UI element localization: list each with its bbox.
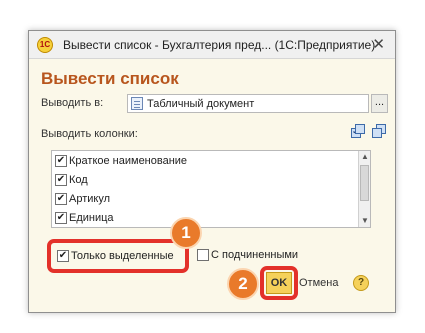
1c-logo-icon: 1С xyxy=(37,36,53,53)
cancel-button[interactable]: Отмена xyxy=(299,277,338,289)
scroll-down-icon[interactable]: ▼ xyxy=(359,215,370,227)
close-button[interactable]: ✕ xyxy=(372,37,385,52)
spreadsheet-doc-icon xyxy=(131,97,143,110)
scroll-up-icon[interactable]: ▲ xyxy=(359,151,370,163)
with-subordinates-checkbox[interactable] xyxy=(197,249,209,261)
columns-header-row: Выводить колонки: xyxy=(41,124,387,140)
list-item[interactable]: ✔ Единица xyxy=(52,208,370,227)
choose-output-button[interactable]: ... xyxy=(371,94,388,113)
with-subordinates-option[interactable]: С подчиненными xyxy=(197,249,298,261)
output-row: Выводить в: Табличный документ ... xyxy=(41,94,388,113)
list-item-label: Артикул xyxy=(69,192,111,205)
with-subordinates-label[interactable]: С подчиненными xyxy=(211,249,298,261)
list-item-label: Краткое наименование xyxy=(69,154,188,167)
columns-label: Выводить колонки: xyxy=(41,128,138,140)
checkbox[interactable]: ✔ xyxy=(55,173,67,186)
checkbox[interactable]: ✔ xyxy=(55,211,67,224)
checkbox[interactable]: ✔ xyxy=(55,154,67,167)
ok-highlight: OK xyxy=(260,266,298,300)
output-label: Выводить в: xyxy=(41,97,104,109)
list-item-label: Код xyxy=(69,173,88,186)
check-all-icon[interactable] xyxy=(351,124,366,139)
checkbox[interactable]: ✔ xyxy=(55,192,67,205)
columns-list[interactable]: ✔ Краткое наименование ✔ Код ✔ Артикул ✔… xyxy=(51,150,371,228)
list-item[interactable]: ✔ Артикул xyxy=(52,189,370,208)
only-selected-label[interactable]: Только выделенные xyxy=(71,250,174,262)
list-item[interactable]: ✔ Краткое наименование xyxy=(52,151,370,170)
step-badge-2: 2 xyxy=(227,268,259,300)
columns-toolbar xyxy=(351,124,387,139)
list-item-label: Единица xyxy=(69,211,114,224)
dialog-window: 1С Вывести список - Бухгалтерия пред... … xyxy=(28,30,396,313)
list-item[interactable]: ✔ Код xyxy=(52,170,370,189)
output-target-field[interactable]: Табличный документ xyxy=(127,94,369,113)
uncheck-all-icon[interactable] xyxy=(372,124,387,139)
ok-button[interactable]: OK xyxy=(266,272,292,294)
scroll-thumb[interactable] xyxy=(360,165,369,201)
help-icon[interactable]: ? xyxy=(353,275,369,291)
list-scrollbar[interactable]: ▲ ▼ xyxy=(358,151,370,227)
output-target-value: Табличный документ xyxy=(147,97,255,110)
only-selected-checkbox[interactable]: ✔ xyxy=(57,250,69,262)
step-badge-1: 1 xyxy=(170,217,202,249)
window-title: Вывести список - Бухгалтерия пред... (1С… xyxy=(63,37,376,52)
title-bar: 1С Вывести список - Бухгалтерия пред... … xyxy=(29,31,395,59)
form-title: Вывести список xyxy=(41,69,179,88)
only-selected-highlight: ✔ Только выделенные xyxy=(47,239,189,273)
